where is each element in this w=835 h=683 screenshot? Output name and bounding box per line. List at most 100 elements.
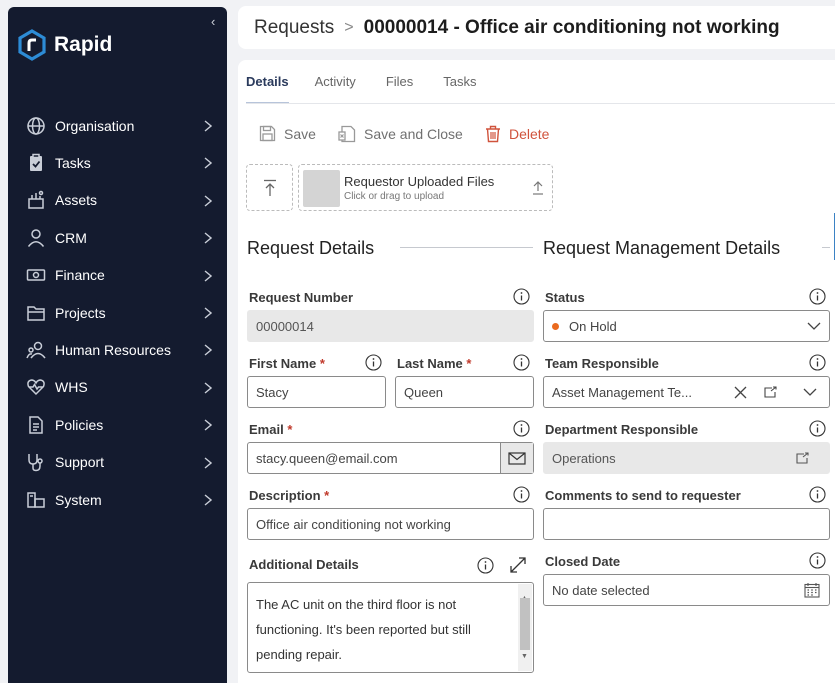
- comments-field[interactable]: [543, 508, 830, 540]
- info-icon[interactable]: [477, 557, 494, 574]
- sidebar-item-crm[interactable]: CRM: [8, 219, 227, 256]
- status-value: On Hold: [569, 318, 617, 334]
- save-and-close-button[interactable]: Save and Close: [338, 125, 463, 143]
- chevron-right-icon: [204, 270, 212, 282]
- required-marker: *: [287, 422, 293, 437]
- tab-files[interactable]: Files: [386, 74, 413, 104]
- info-icon[interactable]: [513, 420, 530, 437]
- first-name-label-text: First Name: [249, 356, 317, 371]
- brand-name: Rapid: [54, 33, 113, 56]
- info-icon[interactable]: [365, 354, 382, 371]
- save-label: Save: [284, 125, 316, 142]
- sidebar-item-label: System: [55, 491, 102, 508]
- file-upload-dropzone[interactable]: Requestor Uploaded Files Click or drag t…: [298, 164, 553, 211]
- tab-bar: Details Activity Files Tasks: [246, 74, 507, 104]
- chevron-right-icon: [204, 382, 212, 394]
- tab-activity[interactable]: Activity: [315, 74, 356, 104]
- scroll-down-icon[interactable]: ▼: [521, 644, 528, 669]
- expand-icon[interactable]: [509, 556, 527, 574]
- calendar-icon[interactable]: [804, 582, 820, 598]
- info-icon[interactable]: [809, 486, 826, 503]
- status-dot: [552, 322, 559, 330]
- closed-date-picker[interactable]: No date selected: [543, 574, 830, 606]
- department-responsible-field: Operations: [543, 442, 830, 474]
- save-close-icon: [338, 125, 356, 143]
- info-icon[interactable]: [809, 354, 826, 371]
- heart-pulse-icon: [27, 379, 45, 396]
- save-button[interactable]: Save: [259, 125, 316, 142]
- clear-icon[interactable]: [734, 386, 747, 399]
- delete-button[interactable]: Delete: [485, 125, 549, 143]
- people-icon: [26, 341, 46, 359]
- first-name-field[interactable]: Stacy: [247, 376, 386, 408]
- send-email-button[interactable]: [500, 443, 533, 473]
- tab-details[interactable]: Details: [246, 74, 289, 104]
- chevron-right-icon: [204, 494, 212, 506]
- description-field[interactable]: Office air conditioning not working: [247, 508, 534, 540]
- breadcrumb-separator: >: [344, 18, 354, 36]
- delete-label: Delete: [509, 126, 550, 142]
- banknote-icon: [26, 269, 46, 281]
- upload-arrow-icon: [263, 179, 276, 196]
- additional-details-value: The AC unit on the third floor is not fu…: [256, 597, 471, 662]
- brand-logo[interactable]: Rapid: [18, 29, 112, 61]
- request-number-field: 00000014: [247, 310, 534, 342]
- team-responsible-label: Team Responsible: [545, 356, 659, 371]
- sidebar-item-organisation[interactable]: Organisation: [8, 107, 227, 144]
- sidebar-nav: Organisation Tasks Assets CRM Finance Pr…: [8, 107, 227, 518]
- main-panel: Details Activity Files Tasks Save Save a…: [238, 60, 835, 683]
- chevron-right-icon: [204, 195, 212, 207]
- sidebar-item-whs[interactable]: WHS: [8, 369, 227, 406]
- sidebar-item-finance[interactable]: Finance: [8, 257, 227, 294]
- envelope-icon: [508, 451, 526, 465]
- open-record-icon[interactable]: [764, 386, 777, 398]
- floppy-disk-icon: [259, 125, 276, 142]
- first-name-label: First Name *: [249, 356, 325, 371]
- info-icon[interactable]: [513, 288, 530, 305]
- document-icon: [29, 416, 43, 434]
- section-divider: [822, 247, 830, 248]
- sidebar-item-system[interactable]: System: [8, 481, 227, 518]
- sidebar-item-label: Support: [55, 454, 105, 471]
- info-icon[interactable]: [513, 354, 530, 371]
- info-icon[interactable]: [809, 552, 826, 569]
- scrollbar-thumb[interactable]: [520, 598, 530, 650]
- last-name-field[interactable]: Queen: [395, 376, 534, 408]
- email-field[interactable]: stacy.queen@email.com: [247, 442, 534, 474]
- info-icon[interactable]: [809, 420, 826, 437]
- tab-divider: [246, 103, 835, 104]
- chevron-down-icon: [807, 322, 821, 330]
- additional-details-textarea[interactable]: The AC unit on the third floor is not fu…: [247, 582, 534, 673]
- description-label-text: Description: [249, 488, 321, 503]
- additional-details-label: Additional Details: [249, 557, 359, 572]
- textarea-scrollbar[interactable]: ▲ ▼: [518, 584, 532, 671]
- sidebar-item-label: Policies: [55, 416, 104, 433]
- chevron-right-icon: [204, 307, 212, 319]
- comments-label: Comments to send to requester: [545, 488, 741, 503]
- team-responsible-value: Asset Management Te...: [552, 384, 692, 400]
- info-icon[interactable]: [513, 486, 530, 503]
- chevron-right-icon: [204, 456, 212, 469]
- folder-icon: [27, 305, 45, 321]
- sidebar-item-policies[interactable]: Policies: [8, 406, 227, 443]
- sidebar-item-label: Organisation: [55, 117, 135, 134]
- sidebar-item-projects[interactable]: Projects: [8, 294, 227, 331]
- breadcrumb-requests-link[interactable]: Requests: [254, 17, 334, 39]
- collapse-sidebar-icon[interactable]: ‹: [211, 14, 215, 29]
- sidebar-item-human-resources[interactable]: Human Resources: [8, 331, 227, 368]
- chevron-down-icon[interactable]: [803, 388, 817, 397]
- sidebar-item-support[interactable]: Support: [8, 444, 227, 481]
- closed-date-placeholder: No date selected: [552, 582, 650, 598]
- upload-button[interactable]: [246, 164, 293, 211]
- team-responsible-select[interactable]: Asset Management Te...: [543, 376, 830, 408]
- section-divider: [400, 247, 533, 248]
- status-select[interactable]: On Hold: [543, 310, 830, 342]
- section-title-request-details: Request Details: [247, 238, 375, 258]
- sidebar-item-tasks[interactable]: Tasks: [8, 144, 227, 181]
- sidebar-item-label: WHS: [55, 379, 88, 396]
- sidebar: ‹ Rapid Organisation Tasks Assets CRM Fi…: [8, 7, 227, 683]
- sidebar-item-assets[interactable]: Assets: [8, 182, 227, 219]
- tab-tasks[interactable]: Tasks: [443, 74, 476, 104]
- info-icon[interactable]: [809, 288, 826, 305]
- open-record-icon[interactable]: [796, 452, 809, 464]
